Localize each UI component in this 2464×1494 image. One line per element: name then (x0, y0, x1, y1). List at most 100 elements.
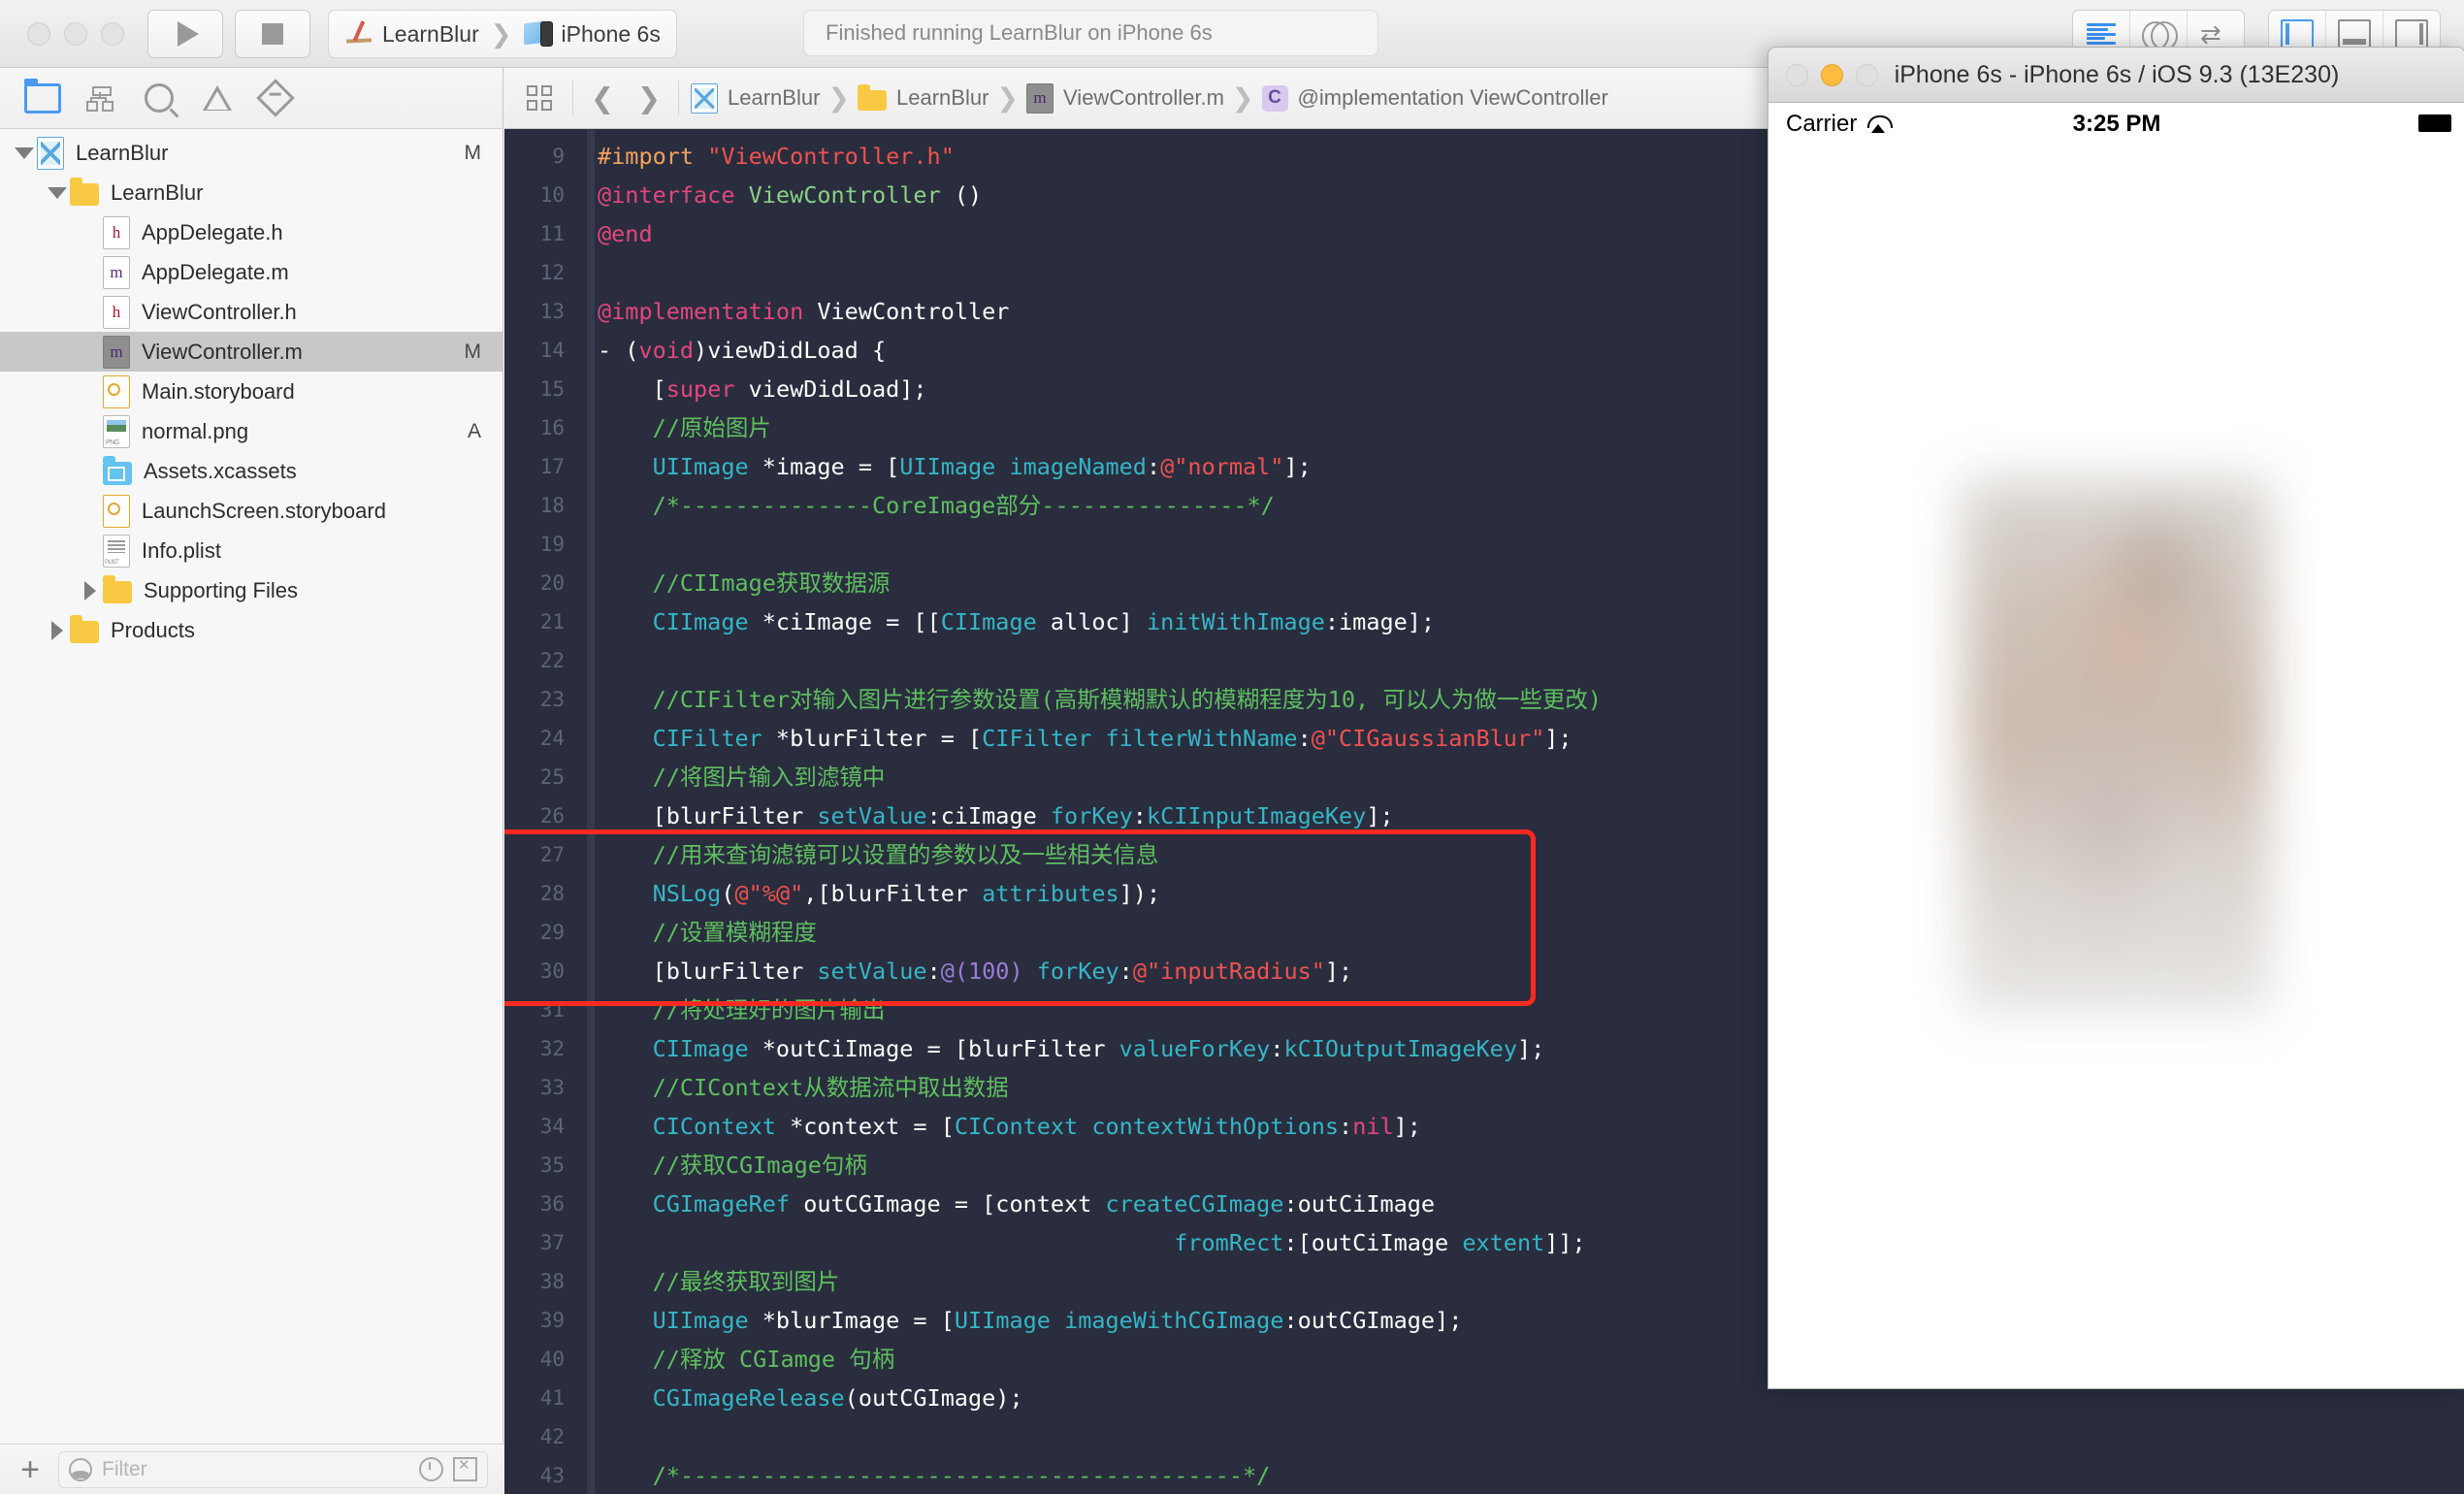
assets-catalog-icon (103, 462, 132, 485)
breadcrumb: LearnBlur❯LearnBlur❯mViewController.m❯C@… (685, 83, 1614, 114)
ios-simulator-window[interactable]: iPhone 6s - iPhone 6s / iOS 9.3 (13E230)… (1767, 47, 2464, 1389)
line-number: 26 (504, 796, 577, 835)
close-button[interactable] (27, 22, 50, 46)
code-line[interactable]: /*--------------------------------------… (598, 1456, 2464, 1494)
go-back-button[interactable]: ❮ (579, 81, 626, 115)
code-token: //将处理好的图片输出 (598, 996, 885, 1023)
code-token: //最终获取到图片 (598, 1268, 839, 1295)
file-tree-row[interactable]: Supporting Files (0, 570, 503, 610)
code-token: //原始图片 (598, 414, 771, 441)
code-token: @"CIGaussianBlur" (1312, 725, 1545, 752)
file-tree-row[interactable]: m AppDelegate.m (0, 252, 503, 292)
code-token: imageWithCGImage (1051, 1307, 1284, 1334)
scheme-separator-icon: ❯ (491, 19, 512, 49)
code-token (1023, 958, 1037, 985)
stop-button[interactable] (235, 10, 310, 58)
project-file-tree: LearnBlurMLearnBlurhAppDelegate.h m AppDel… (0, 129, 503, 650)
disclosure-triangle-open[interactable] (45, 187, 70, 199)
breadcrumb-separator-icon: ❯ (826, 83, 852, 114)
code-token: ( (721, 880, 734, 907)
file-name-label: normal.png (142, 419, 248, 444)
code-token: alloc (1037, 608, 1119, 635)
breadcrumb-item[interactable]: mViewController.m (1021, 83, 1230, 114)
code-token: imageNamed (995, 453, 1147, 480)
code-token: #import (598, 143, 707, 170)
code-token (598, 608, 653, 635)
navigator-filter-bar: + Filter (0, 1444, 503, 1494)
file-tree-row[interactable]: hViewController.h (0, 292, 503, 332)
line-number: 21 (504, 602, 577, 641)
scheme-selector[interactable]: LearnBlur ❯ iPhone 6s (328, 10, 677, 58)
disclosure-triangle-closed[interactable] (45, 621, 70, 640)
file-tree-row[interactable]: Main.storyboard (0, 372, 503, 411)
source-file-icon: m (103, 256, 130, 289)
line-number: 14 (504, 331, 577, 370)
file-tree-row[interactable]: LaunchScreen.storyboard (0, 491, 503, 531)
breadcrumb-item[interactable]: LearnBlur (852, 85, 994, 111)
run-button[interactable] (147, 10, 223, 58)
device-icon (524, 20, 553, 48)
line-number: 24 (504, 719, 577, 758)
go-forward-button[interactable]: ❯ (626, 81, 672, 115)
tab-issue-navigator[interactable] (188, 68, 246, 128)
code-token: : (927, 958, 941, 985)
code-token (598, 880, 653, 907)
line-number: 38 (504, 1262, 577, 1301)
line-number: 30 (504, 952, 577, 991)
minimize-button[interactable] (64, 22, 87, 46)
line-number: 42 (504, 1417, 577, 1456)
tab-symbol-navigator[interactable] (72, 68, 130, 128)
filter-input[interactable]: Filter (58, 1451, 488, 1488)
line-number: 36 (504, 1185, 577, 1223)
code-token: ]; (1544, 725, 1572, 752)
file-tree-row[interactable]: mViewController.mM (0, 332, 503, 372)
code-token: :outCGImage]; (1283, 1307, 1462, 1334)
breadcrumb-item[interactable]: LearnBlur (685, 83, 826, 114)
simulator-close-button[interactable] (1786, 64, 1808, 86)
code-token: createCGImage (1106, 1190, 1284, 1218)
code-line[interactable] (598, 1417, 2464, 1456)
line-number: 9 (504, 137, 577, 176)
code-token: kCIOutputImageKey (1283, 1035, 1517, 1062)
line-number: 15 (504, 370, 577, 408)
line-number: 28 (504, 874, 577, 913)
file-name-label: AppDelegate.m (142, 260, 289, 285)
code-token: //释放 CGIamge 句柄 (598, 1346, 894, 1373)
disclosure-triangle-open[interactable] (12, 147, 37, 159)
simulator-minimize-button[interactable] (1821, 64, 1843, 86)
zoom-button[interactable] (101, 22, 124, 46)
blurred-image-view (1963, 478, 2271, 1013)
code-token: CIImage (941, 608, 1037, 635)
gutter-divider (587, 129, 595, 1494)
line-number: 22 (504, 641, 577, 680)
file-tree-row[interactable]: hAppDelegate.h (0, 212, 503, 252)
simulator-zoom-button[interactable] (1856, 64, 1878, 86)
tab-find-navigator[interactable] (130, 68, 188, 128)
code-token: forKey (1051, 802, 1133, 829)
code-token: ]; (1366, 802, 1393, 829)
file-tree-row[interactable]: Info.plist (0, 531, 503, 570)
code-token: CIFilter (653, 725, 762, 752)
file-tree-row[interactable]: LearnBlurM (0, 133, 503, 173)
simulator-screen[interactable]: Carrier 3:25 PM (1768, 103, 2464, 1388)
file-tree-row[interactable]: normal.pngA (0, 411, 503, 451)
ios-status-bar: Carrier 3:25 PM (1768, 103, 2464, 146)
code-token: CGImageRelease (653, 1384, 845, 1412)
disclosure-triangle-closed[interactable] (78, 581, 103, 601)
recent-files-icon[interactable] (419, 1457, 443, 1481)
add-file-button[interactable]: + (16, 1453, 45, 1486)
line-number: 43 (504, 1456, 577, 1494)
file-tree-row[interactable]: Products (0, 610, 503, 650)
file-name-label: Assets.xcassets (144, 459, 297, 484)
source-control-filter-icon[interactable] (453, 1457, 477, 1481)
tab-project-navigator[interactable] (14, 68, 72, 128)
related-items-button[interactable] (512, 68, 567, 128)
file-tree-row[interactable]: LearnBlur (0, 173, 503, 212)
navigator-tab-bar (0, 68, 503, 129)
breadcrumb-item[interactable]: C@implementation ViewController (1256, 85, 1614, 112)
file-tree-row[interactable]: Assets.xcassets (0, 451, 503, 491)
code-token: //设置模糊程度 (598, 919, 817, 946)
tab-breakpoint-navigator[interactable] (246, 68, 305, 128)
scm-status-badge: M (465, 142, 482, 165)
breadcrumb-label: LearnBlur (728, 85, 820, 111)
